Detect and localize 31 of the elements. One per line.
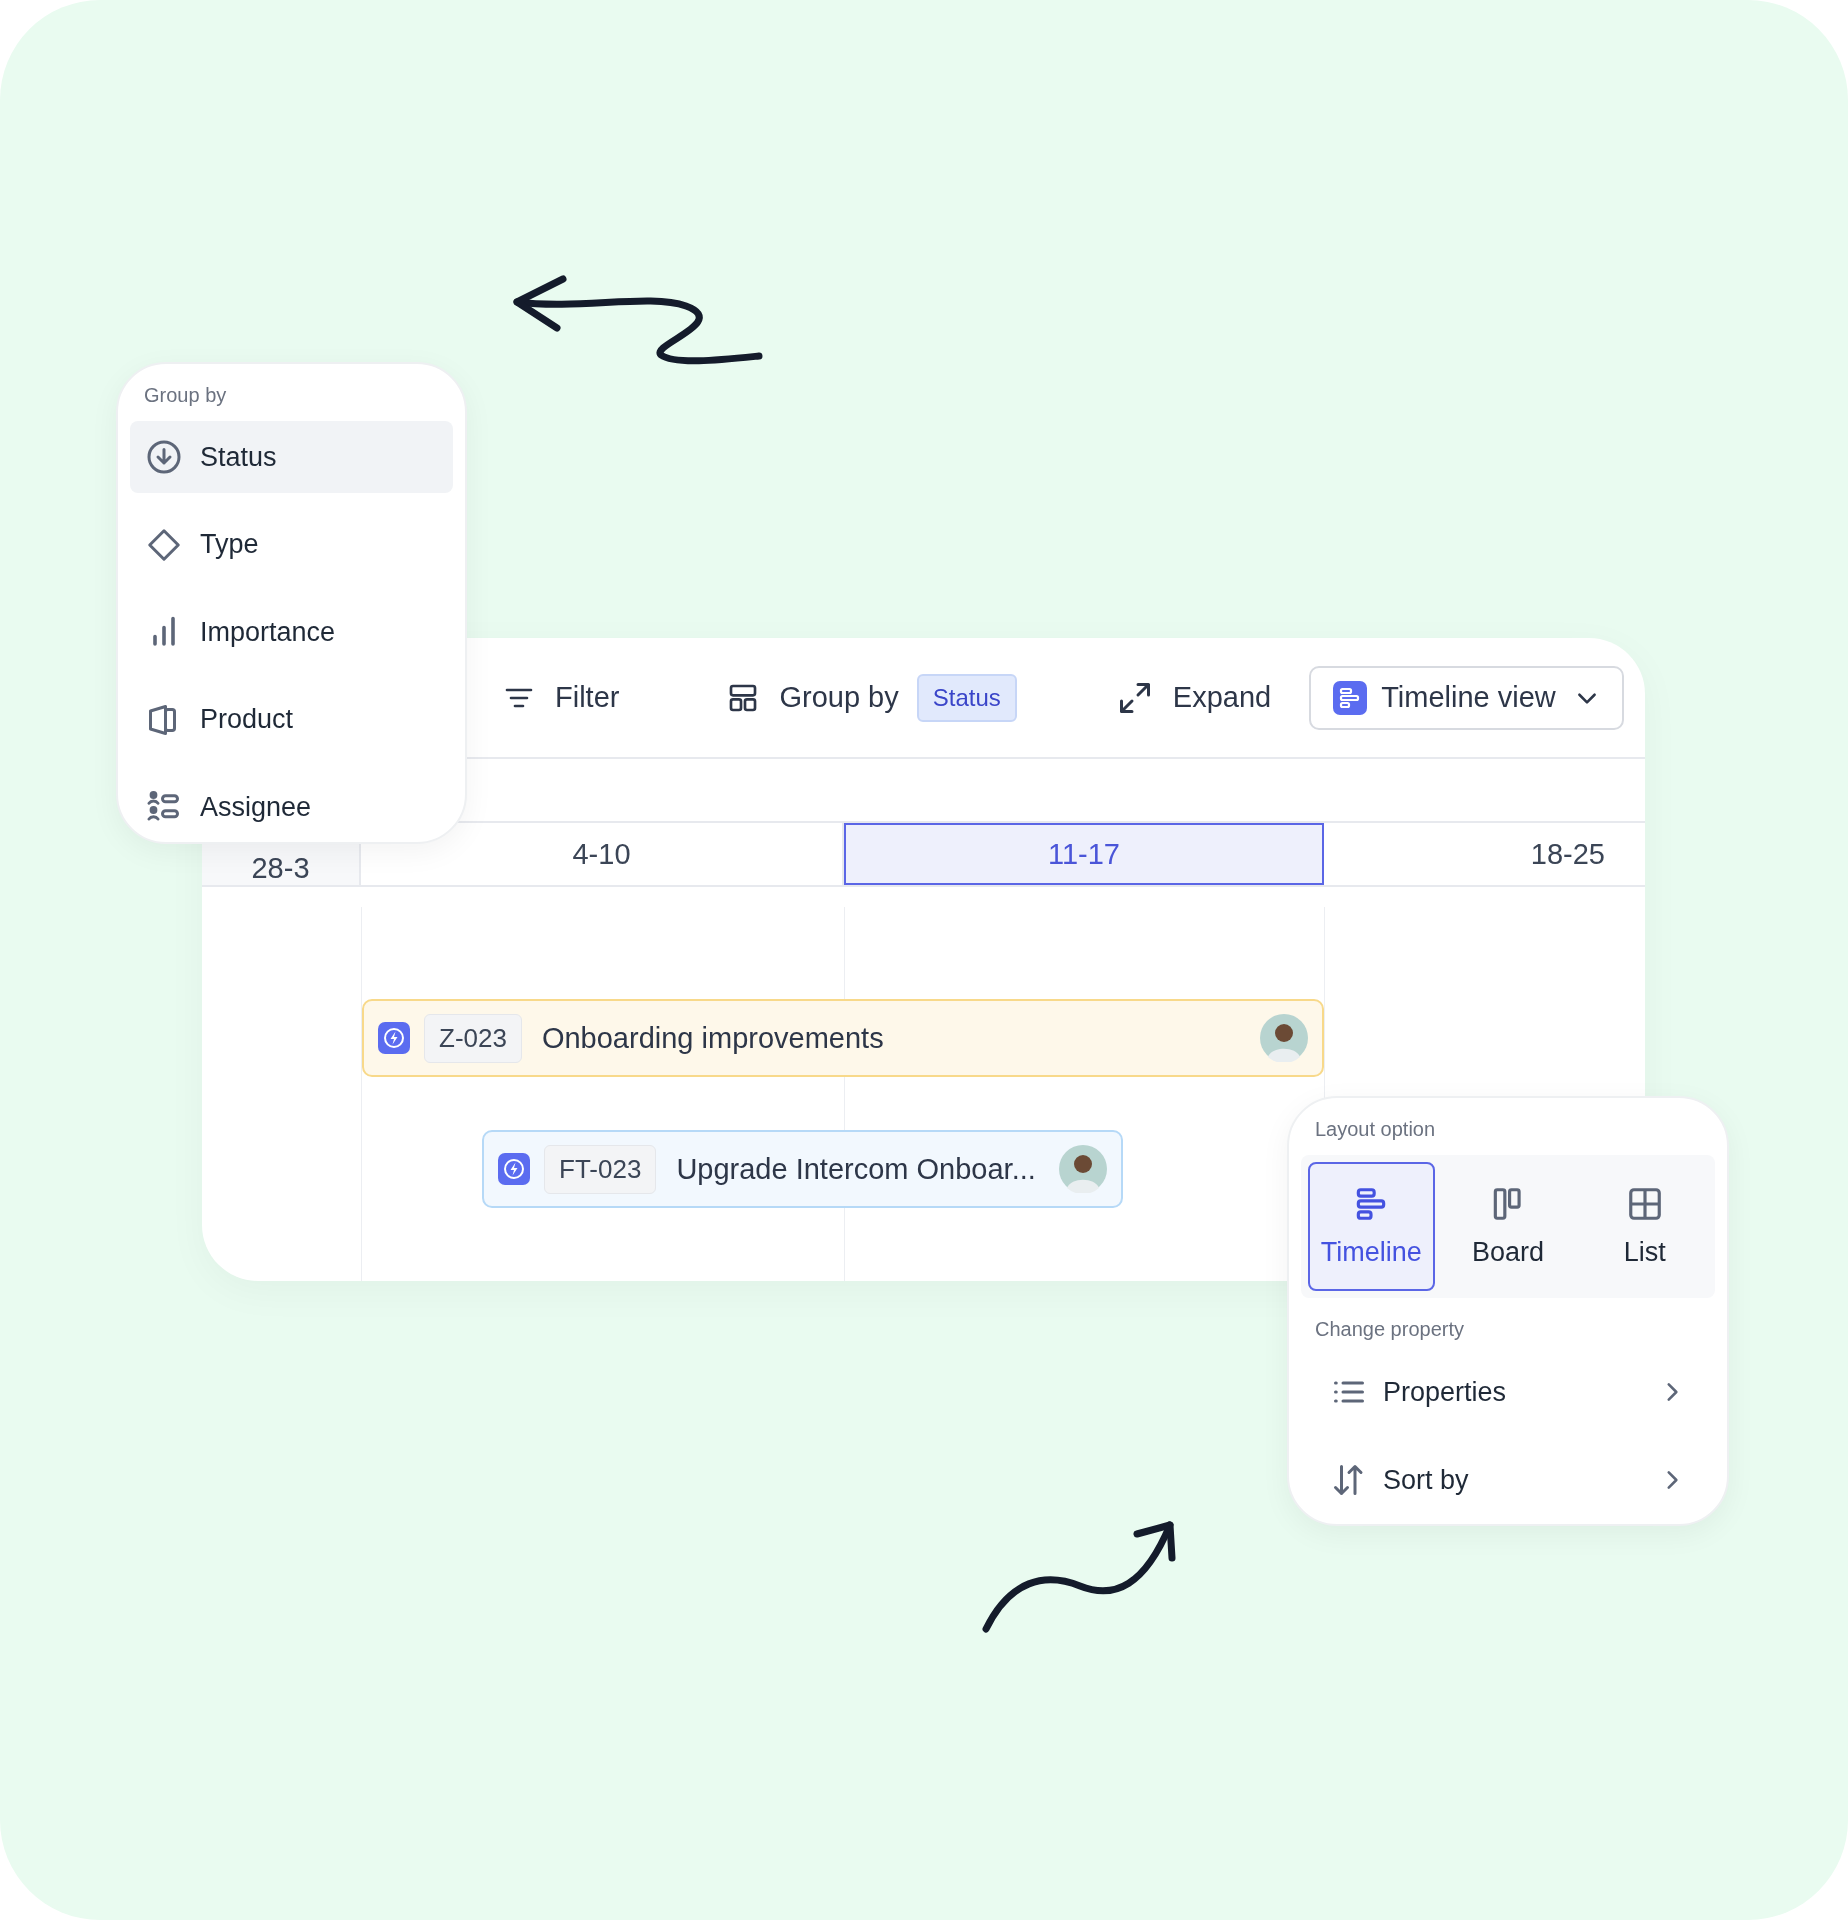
menu-item[interactable]: Product: [130, 683, 453, 756]
menu-item[interactable]: Type: [130, 508, 453, 581]
expand-button[interactable]: Expand: [1116, 679, 1272, 716]
filter-button[interactable]: Filter: [503, 681, 620, 714]
avatar: [1059, 1145, 1107, 1193]
view-dropdown[interactable]: Timeline view: [1309, 665, 1625, 730]
avatar: [1260, 1014, 1308, 1062]
task-bar[interactable]: Z-023 Onboarding improvements: [362, 999, 1324, 1077]
menu-title: Group by: [143, 383, 228, 408]
task-title: Upgrade Intercom Onboar...: [676, 1152, 1037, 1186]
menu-item[interactable]: Properties: [1301, 1355, 1715, 1429]
layout-option[interactable]: Timeline: [1308, 1162, 1435, 1291]
diamond-icon: [146, 526, 182, 563]
group-by-button[interactable]: Group by: [727, 681, 899, 714]
timeline-icon: [1333, 680, 1368, 715]
status-tag[interactable]: Status: [916, 673, 1017, 722]
menu-item[interactable]: Status: [130, 421, 453, 493]
arrow-down-circle-icon: [146, 439, 182, 475]
task-id: FT-023: [544, 1144, 657, 1194]
layout-option[interactable]: Board: [1444, 1162, 1572, 1291]
layout-option[interactable]: List: [1581, 1162, 1708, 1291]
menu-item[interactable]: Sort by: [1301, 1443, 1715, 1517]
task-bar[interactable]: FT-023 Upgrade Intercom Onboar...: [482, 1130, 1123, 1208]
bolt-icon: [498, 1153, 530, 1185]
section-title: Change property: [1314, 1317, 1465, 1342]
task-id: Z-023: [424, 1013, 522, 1063]
week-header[interactable]: 11-17: [844, 823, 1324, 885]
bolt-icon: [378, 1022, 410, 1054]
menu-item[interactable]: Importance: [130, 596, 453, 668]
menu-title: Layout option: [1314, 1117, 1437, 1142]
task-title: Onboarding improvements: [541, 1021, 885, 1055]
